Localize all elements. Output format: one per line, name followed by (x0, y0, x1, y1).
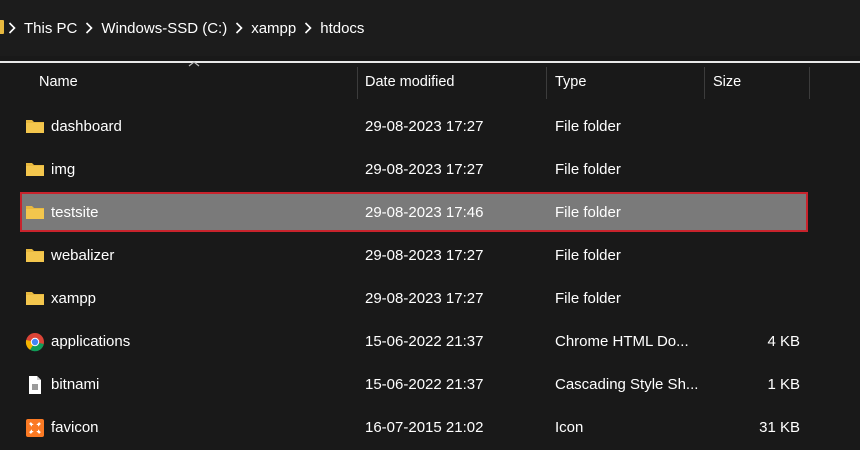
file-name[interactable]: applications (51, 320, 130, 363)
column-header: Name Date modified Type Size (0, 61, 860, 100)
file-row[interactable]: applications 15-06-2022 21:37 Chrome HTML … (0, 320, 860, 363)
file-date-modified: 29-08-2023 17:27 (365, 290, 484, 307)
file-date-modified: 15-06-2022 21:37 (365, 333, 484, 350)
file-list: dashboard 29-08-2023 17:27 File folder img 2… (0, 105, 860, 449)
file-name[interactable]: favicon (51, 406, 99, 449)
chevron-right-icon[interactable] (304, 22, 312, 34)
column-resize-handle[interactable] (357, 67, 358, 99)
file-size: 31 KB (759, 419, 800, 436)
breadcrumb-this-pc[interactable]: This PC (24, 20, 77, 37)
file-date-modified: 15-06-2022 21:37 (365, 376, 484, 393)
file-date-modified: 29-08-2023 17:27 (365, 118, 484, 135)
folder-icon (25, 203, 45, 221)
column-resize-handle[interactable] (809, 67, 810, 99)
css-file-icon (25, 375, 45, 394)
file-type: File folder (555, 118, 621, 135)
file-row[interactable]: dashboard 29-08-2023 17:27 File folder (0, 105, 860, 148)
folder-icon (25, 160, 45, 178)
breadcrumb-xampp[interactable]: xampp (251, 20, 296, 37)
column-resize-handle[interactable] (546, 67, 547, 99)
folder-icon (25, 289, 45, 307)
file-type: File folder (555, 204, 621, 221)
file-date-modified: 29-08-2023 17:27 (365, 247, 484, 264)
breadcrumb-htdocs[interactable]: htdocs (320, 20, 364, 37)
file-row[interactable]: img 29-08-2023 17:27 File folder (0, 148, 860, 191)
file-date-modified: 29-08-2023 17:27 (365, 161, 484, 178)
file-type: Chrome HTML Do... (555, 333, 689, 350)
xampp-icon (25, 418, 45, 437)
folder-icon (0, 20, 4, 34)
file-row[interactable]: favicon 16-07-2015 21:02 Icon 31 KB (0, 406, 860, 449)
folder-icon (25, 117, 45, 135)
column-resize-handle[interactable] (704, 67, 705, 99)
file-type: File folder (555, 161, 621, 178)
file-type: Icon (555, 419, 584, 436)
file-name[interactable]: xampp (51, 277, 96, 320)
file-date-modified: 29-08-2023 17:46 (365, 204, 484, 221)
sort-ascending-icon (188, 61, 200, 67)
breadcrumb: This PC Windows-SSD (C:) xampp htdocs (8, 17, 364, 39)
file-row[interactable]: testsite 29-08-2023 17:46 File folder (0, 191, 860, 234)
file-size: 1 KB (767, 376, 800, 393)
file-row[interactable]: xampp 29-08-2023 17:27 File folder (0, 277, 860, 320)
file-date-modified: 16-07-2015 21:02 (365, 419, 484, 436)
column-size-header[interactable]: Size (713, 63, 741, 100)
file-type: Cascading Style Sh... (555, 376, 699, 393)
chevron-right-icon[interactable] (235, 22, 243, 34)
file-row[interactable]: bitnami 15-06-2022 21:37 Cascading Style S… (0, 363, 860, 406)
file-name[interactable]: img (51, 148, 75, 191)
file-type: File folder (555, 290, 621, 307)
address-bar[interactable]: This PC Windows-SSD (C:) xampp htdocs (0, 0, 860, 56)
chevron-right-icon[interactable] (85, 22, 93, 34)
column-date-header[interactable]: Date modified (365, 63, 454, 100)
file-name[interactable]: testsite (51, 191, 99, 234)
chrome-icon (25, 332, 45, 352)
breadcrumb-drive[interactable]: Windows-SSD (C:) (101, 20, 227, 37)
file-name[interactable]: webalizer (51, 234, 114, 277)
file-row[interactable]: webalizer 29-08-2023 17:27 File folder (0, 234, 860, 277)
folder-icon (25, 246, 45, 264)
file-size: 4 KB (767, 333, 800, 350)
chevron-right-icon[interactable] (8, 22, 16, 34)
column-name-header[interactable]: Name (39, 63, 78, 100)
file-name[interactable]: bitnami (51, 363, 99, 406)
file-type: File folder (555, 247, 621, 264)
file-name[interactable]: dashboard (51, 105, 122, 148)
column-type-header[interactable]: Type (555, 63, 586, 100)
